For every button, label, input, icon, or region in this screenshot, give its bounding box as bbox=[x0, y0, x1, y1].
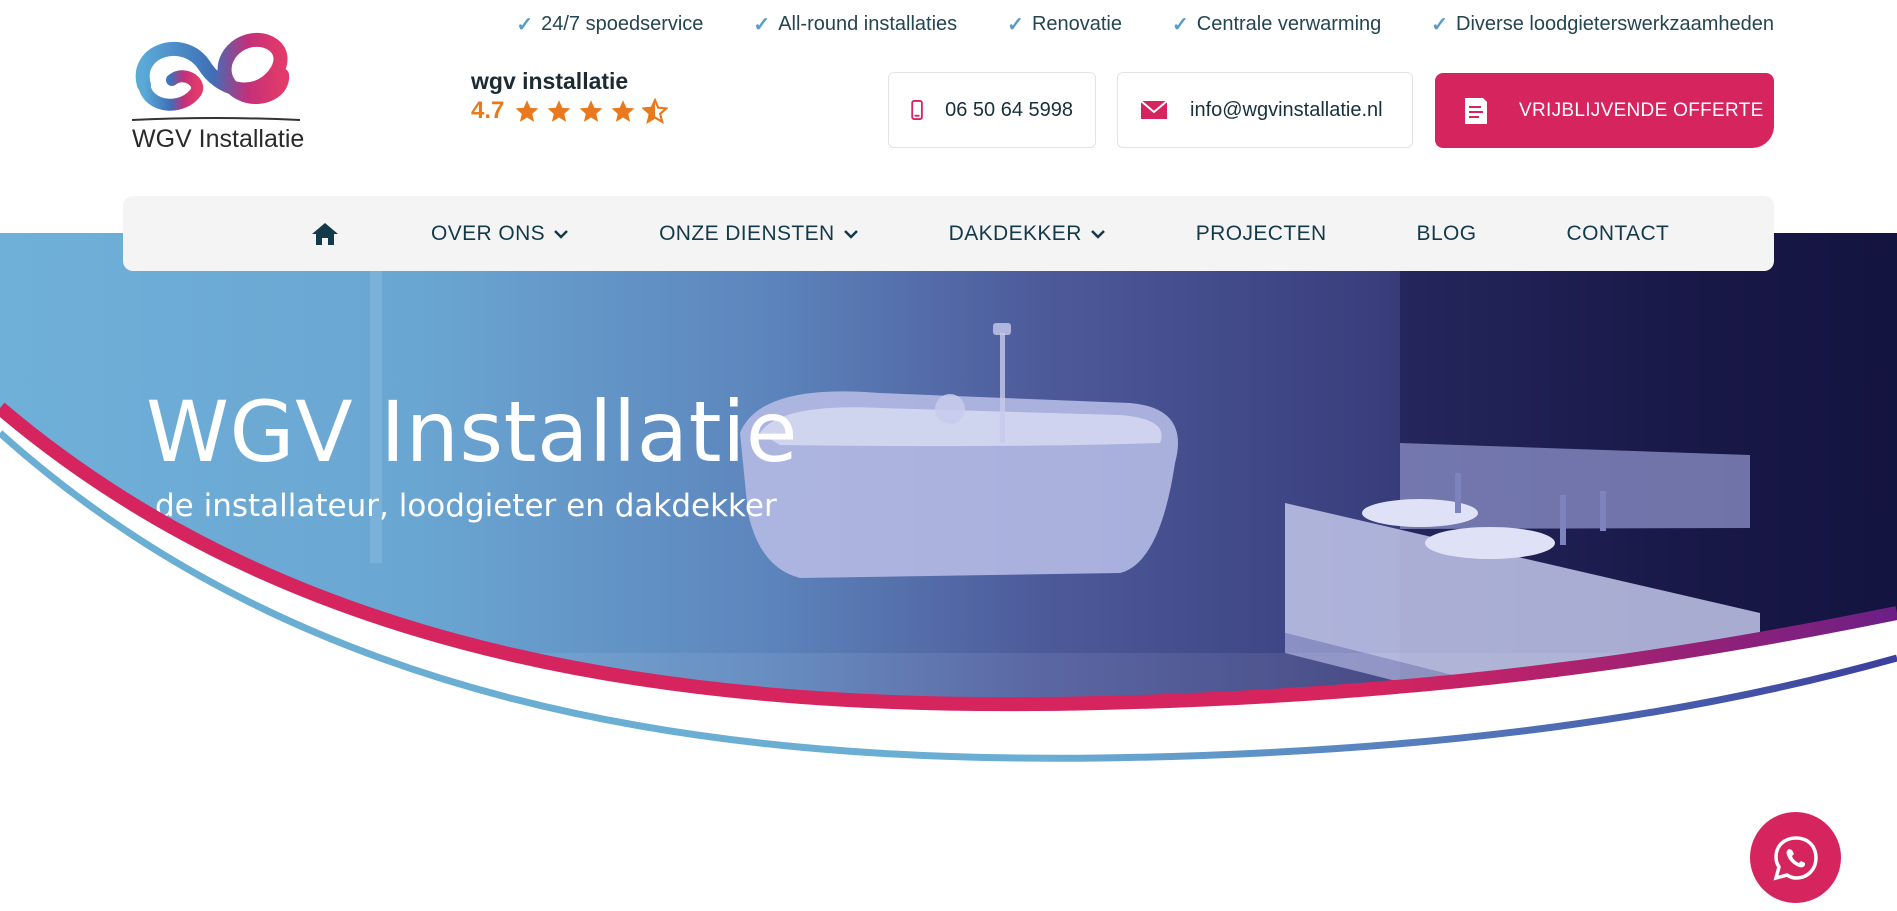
star-half-icon bbox=[642, 98, 669, 124]
star-icon bbox=[612, 100, 635, 122]
review-rating: 4.7 bbox=[471, 97, 669, 125]
check-icon: ✓ bbox=[1172, 14, 1189, 36]
nav-label: PROJECTEN bbox=[1195, 221, 1327, 245]
check-icon: ✓ bbox=[753, 14, 771, 36]
email-button[interactable]: info@wgvinstallatie.nl bbox=[1117, 72, 1413, 148]
main-navigation: OVER ONS ONZE DIENSTEN DAKDEKKER PROJECT… bbox=[123, 196, 1774, 271]
mail-icon bbox=[1140, 100, 1168, 119]
chevron-down-icon bbox=[554, 229, 568, 239]
check-icon: ✓ bbox=[1431, 14, 1449, 36]
nav-label: DAKDEKKER bbox=[948, 221, 1082, 245]
review-company-name: wgv installatie bbox=[471, 68, 629, 94]
usp-item: ✓ Renovatie bbox=[1007, 12, 1122, 37]
phone-icon bbox=[911, 100, 923, 120]
nav-label: ONZE DIENSTEN bbox=[659, 221, 835, 245]
chevron-down-icon bbox=[843, 229, 858, 239]
request-quote-label: VRIJBLIJVENDE OFFERTE bbox=[1519, 99, 1764, 121]
usp-item: ✓ 24/7 spoedservice bbox=[516, 12, 703, 37]
star-icon bbox=[516, 100, 539, 122]
request-quote-button[interactable]: VRIJBLIJVENDE OFFERTE bbox=[1435, 73, 1774, 148]
usp-label: Diverse loodgieterswerkzaamheden bbox=[1456, 13, 1774, 35]
whatsapp-button[interactable] bbox=[1750, 812, 1841, 903]
home-icon bbox=[312, 222, 338, 245]
nav-over-ons[interactable]: OVER ONS bbox=[431, 222, 569, 246]
usp-item: ✓ Diverse loodgieterswerkzaamheden bbox=[1431, 12, 1774, 37]
star-icon bbox=[580, 100, 603, 122]
review-score: 4.7 bbox=[471, 97, 505, 124]
hero-section: WGV Installatie de installateur, loodgie… bbox=[0, 233, 1897, 911]
usp-label: Centrale verwarming bbox=[1196, 13, 1382, 35]
nav-label: CONTACT bbox=[1566, 221, 1670, 245]
usp-label: All-round installaties bbox=[778, 13, 958, 35]
usp-item: ✓ All-round installaties bbox=[753, 12, 957, 37]
usp-label: 24/7 spoedservice bbox=[541, 13, 704, 35]
phone-button[interactable]: 06 50 64 5998 bbox=[888, 72, 1096, 148]
logo-wordmark: WGV Installatie bbox=[132, 125, 305, 153]
nav-blog[interactable]: BLOG bbox=[1417, 222, 1477, 246]
nav-label: OVER ONS bbox=[431, 221, 546, 245]
check-icon: ✓ bbox=[516, 14, 534, 36]
phone-number: 06 50 64 5998 bbox=[945, 98, 1073, 121]
whatsapp-icon bbox=[1773, 835, 1818, 880]
nav-label: BLOG bbox=[1416, 221, 1477, 245]
usp-item: ✓ Centrale verwarming bbox=[1172, 12, 1381, 37]
nav-dakdekker[interactable]: DAKDEKKER bbox=[949, 222, 1106, 246]
review-widget[interactable]: wgv installatie 4.7 bbox=[471, 68, 669, 125]
check-icon: ✓ bbox=[1007, 14, 1024, 36]
nav-onze-diensten[interactable]: ONZE DIENSTEN bbox=[659, 222, 859, 246]
nav-home[interactable] bbox=[311, 221, 339, 247]
star-icon bbox=[548, 100, 571, 122]
nav-contact[interactable]: CONTACT bbox=[1567, 222, 1670, 246]
document-icon bbox=[1465, 97, 1487, 124]
usp-bar: ✓ 24/7 spoedservice ✓ All-round installa… bbox=[516, 12, 1774, 37]
email-address: info@wgvinstallatie.nl bbox=[1190, 98, 1383, 121]
nav-projecten[interactable]: PROJECTEN bbox=[1196, 222, 1327, 246]
usp-label: Renovatie bbox=[1031, 13, 1122, 35]
hero-wave-divider bbox=[0, 402, 1897, 911]
chevron-down-icon bbox=[1090, 229, 1105, 239]
